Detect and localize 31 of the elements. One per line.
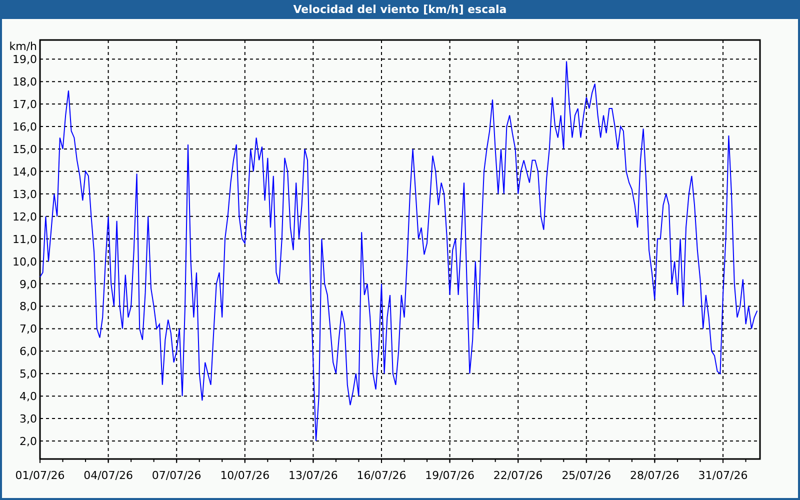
axis-tick-label: 8,0 [20, 300, 37, 314]
axis-tick-label: 31/07/26 [698, 469, 748, 482]
axis-tick-label: 19,0 [12, 53, 37, 66]
axis-tick-label: 16/07/26 [356, 469, 406, 482]
axis-tick-label: 15,0 [12, 142, 37, 156]
window-title: Velocidad del viento [km/h] escala [293, 4, 507, 15]
axis-tick-label: 12,0 [12, 210, 37, 224]
axis-tick-label: 7,0 [20, 322, 37, 336]
axis-tick-label: 11,0 [12, 232, 37, 246]
axis-tick-label: 10/07/26 [220, 469, 270, 482]
axis-tick-label: 13/07/26 [288, 469, 338, 482]
axis-tick-label: 07/07/26 [152, 469, 202, 482]
axis-tick-label: 14,0 [12, 165, 37, 178]
axis-tick-label: 16,0 [12, 120, 37, 134]
axis-tick-label: 17,0 [12, 98, 37, 112]
axis-tick-label: 25/07/26 [562, 469, 612, 482]
axis-tick-label: 4,0 [20, 390, 37, 404]
axis-tick-label: 13,0 [12, 188, 37, 201]
axis-tick-label: 22/07/26 [493, 469, 543, 482]
axis-tick-label: 04/07/26 [84, 469, 133, 482]
axis-tick-label: 9,0 [20, 278, 37, 291]
axis-tick-label: 3,0 [20, 412, 37, 426]
axis-tick-label: 01/07/26 [15, 469, 65, 482]
axis-tick-label: 18,0 [12, 76, 37, 89]
axis-tick-label: 19/07/26 [425, 469, 474, 482]
axis-tick-label: 2,0 [20, 435, 37, 448]
axis-tick-label: 10,0 [12, 255, 37, 268]
axis-unit-label: km/h [9, 40, 37, 53]
axis-tick-label: 6,0 [20, 345, 37, 358]
axis-tick-label: 28/07/26 [630, 469, 680, 482]
axis-tick-label: 5,0 [20, 368, 37, 381]
